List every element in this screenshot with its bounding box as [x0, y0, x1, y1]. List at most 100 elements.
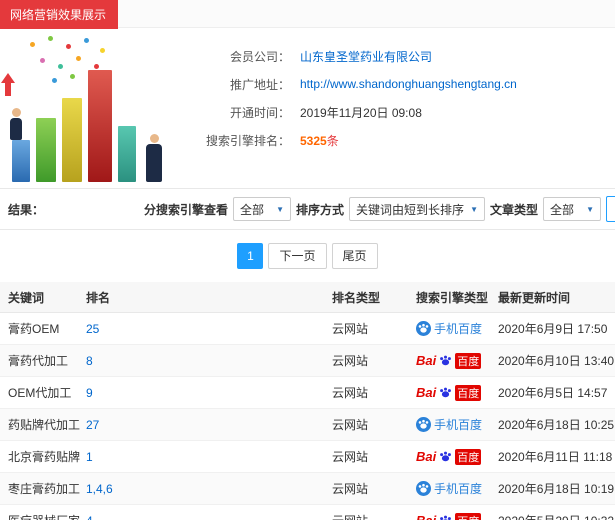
table-row: 医疗器械厂家 4 云网站 Bai — [0, 505, 615, 520]
next-page-button[interactable]: 下一页 — [268, 243, 327, 269]
updated-cell: 2020年6月10日 13:40 — [498, 354, 615, 368]
businessman-right-figure — [146, 134, 162, 182]
open-time-row: 开通时间： 2019年11月20日 09:08 — [190, 98, 615, 126]
keyword-cell: 药贴牌代加工 — [8, 418, 81, 432]
table-row: OEM代加工 9 云网站 Bai 百度 2020年6月5日 14:57 — [0, 377, 615, 409]
sort-filter-label: 排序方式 — [296, 202, 345, 217]
baidu-badge: Bai 百度 — [416, 448, 482, 465]
filters: 分搜索引擎查看 全部 ▼ 排序方式 关键词由短到长排序 ▼ 文章类型 全部 ▼ … — [144, 196, 615, 222]
table-body: 膏药OEM 25 云网站 手机百度 2020年6月9日 17:50 膏药代加工 … — [0, 313, 615, 520]
bar-red — [88, 70, 112, 182]
rank-link[interactable]: 9 — [86, 386, 93, 400]
column-header: 关键词 — [8, 290, 45, 305]
mobile-baidu-paw-icon — [416, 417, 431, 432]
submit-button[interactable]: 提交 — [606, 196, 615, 222]
company-link[interactable]: 山东皇圣堂药业有限公司 — [300, 48, 432, 65]
rank-type-cell: 云网站 — [332, 322, 369, 336]
updated-cell: 2020年6月9日 17:50 — [498, 322, 608, 336]
rank-count-value: 5325 — [300, 133, 327, 148]
engine-label: 百度 — [455, 352, 482, 369]
rank-count-row: 搜索引擎排名： 5325条 — [190, 126, 615, 154]
engine-cell: Bai 百度 — [416, 345, 498, 376]
last-page-button[interactable]: 尾页 — [331, 243, 378, 269]
page-1-button[interactable]: 1 — [237, 243, 264, 269]
article-type-filter-value: 全部 — [550, 202, 575, 217]
table-row: 枣庄膏药加工 1,4,6 云网站 手机百度 2020年6月18日 10:19 — [0, 473, 615, 505]
keyword-cell: 医疗器械厂家 — [0, 505, 86, 520]
engine-filter-value: 全部 — [240, 202, 265, 217]
rank-count-label: 搜索引擎排名： — [205, 133, 290, 148]
rank-link[interactable]: 4 — [86, 514, 93, 520]
baidu-paw-icon — [440, 387, 452, 398]
baidu-badge: Bai 百度 — [416, 384, 482, 401]
rank-cell: 9 — [86, 377, 332, 408]
updated-cell: 2020年6月18日 10:19 — [498, 482, 615, 496]
column-header: 排名 — [86, 290, 111, 305]
up-arrow-icon — [1, 73, 15, 96]
bar-green — [36, 118, 56, 182]
bar-teal — [118, 126, 136, 182]
rank-type-cell: 云网站 — [332, 505, 416, 520]
account-info: 会员公司： 山东皇圣堂药业有限公司 推广地址： http://www.shand… — [190, 28, 615, 188]
baidu-latin-label: Bai — [416, 449, 437, 464]
mobile-baidu-paw-icon — [416, 481, 431, 496]
keyword-cell: 北京膏药贴牌 — [8, 450, 81, 464]
keyword-cell: OEM代加工 — [8, 386, 72, 400]
company-label: 会员公司： — [229, 49, 290, 64]
engine-cell: 手机百度 — [416, 473, 498, 504]
caret-down-icon: ▼ — [470, 204, 478, 214]
rank-cell: 1 — [86, 441, 332, 472]
updated-cell: 2020年5月29日 10:32 — [498, 505, 615, 520]
rank-link[interactable]: 1 — [86, 450, 93, 464]
caret-down-icon: ▼ — [276, 204, 285, 214]
bar-yellow — [62, 98, 82, 182]
rank-link[interactable]: 27 — [86, 418, 99, 432]
engine-cell: Bai 百度 — [416, 441, 498, 472]
mobile-baidu-badge: 手机百度 — [416, 416, 482, 433]
updated-cell: 2020年6月11日 11:18 — [498, 450, 613, 464]
engine-filter-select[interactable]: 全部 ▼ — [233, 197, 292, 221]
pagination: 1 下一页 尾页 — [0, 230, 615, 282]
rank-count-unit: 条 — [326, 133, 339, 148]
rank-link[interactable]: 25 — [86, 322, 99, 336]
caret-down-icon: ▼ — [586, 204, 594, 214]
rank-cell: 8 — [86, 345, 332, 376]
keyword-cell: 枣庄膏药加工 — [8, 482, 81, 496]
engine-label: 百度 — [455, 448, 482, 465]
baidu-paw-icon — [440, 515, 452, 520]
column-header: 排名类型 — [332, 290, 381, 305]
sort-filter-select[interactable]: 关键词由短到长排序 ▼ — [349, 197, 485, 221]
promotion-url-link[interactable]: http://www.shandonghuangshengtang.cn — [300, 77, 517, 91]
keywords-table: 关键词 排名 排名类型 搜索引擎类型 最新更新时间 膏药OEM 25 云网站 手机百度 — [0, 282, 615, 520]
keyword-cell: 膏药OEM — [8, 322, 60, 336]
rank-link[interactable]: 1,4,6 — [86, 482, 113, 496]
filter-bar: 结果： 分搜索引擎查看 全部 ▼ 排序方式 关键词由短到长排序 ▼ 文章类型 全… — [0, 188, 615, 230]
rank-link[interactable]: 8 — [86, 354, 93, 368]
baidu-latin-label: Bai — [416, 513, 436, 520]
column-header: 最新更新时间 — [498, 290, 571, 305]
engine-filter-label: 分搜索引擎查看 — [144, 202, 229, 217]
baidu-badge: Bai 百度 — [416, 352, 482, 369]
table-row: 药贴牌代加工 27 云网站 手机百度 2020年6月18日 10:25 — [0, 409, 615, 441]
keyword-cell: 膏药代加工 — [8, 354, 69, 368]
businessman-left-figure — [10, 108, 22, 140]
rank-cell: 1,4,6 — [86, 473, 332, 504]
table-header-row: 关键词 排名 排名类型 搜索引擎类型 最新更新时间 — [0, 282, 615, 313]
article-type-filter-label: 文章类型 — [489, 202, 538, 217]
table-row: 膏药代加工 8 云网站 Bai 百度 2020年6月10日 13:40 — [0, 345, 615, 377]
engine-cell: 手机百度 — [416, 313, 498, 344]
mobile-baidu-badge: 手机百度 — [416, 320, 482, 337]
engine-label: 手机百度 — [434, 418, 483, 432]
article-type-filter-select[interactable]: 全部 ▼ — [543, 197, 601, 221]
promotion-url-label: 推广地址： — [229, 77, 290, 92]
engine-cell: Bai 百度 — [416, 505, 498, 520]
company-row: 会员公司： 山东皇圣堂药业有限公司 — [190, 42, 615, 70]
engine-label: 百度 — [455, 512, 482, 520]
open-time-label: 开通时间： — [229, 105, 290, 120]
mobile-baidu-paw-icon — [416, 321, 431, 336]
mobile-baidu-badge: 手机百度 — [416, 480, 482, 497]
table-row: 膏药OEM 25 云网站 手机百度 2020年6月9日 17:50 — [0, 313, 615, 345]
rank-cell: 27 — [86, 409, 332, 440]
rank-cell: 4 — [86, 505, 332, 520]
rank-type-cell: 云网站 — [332, 386, 369, 400]
